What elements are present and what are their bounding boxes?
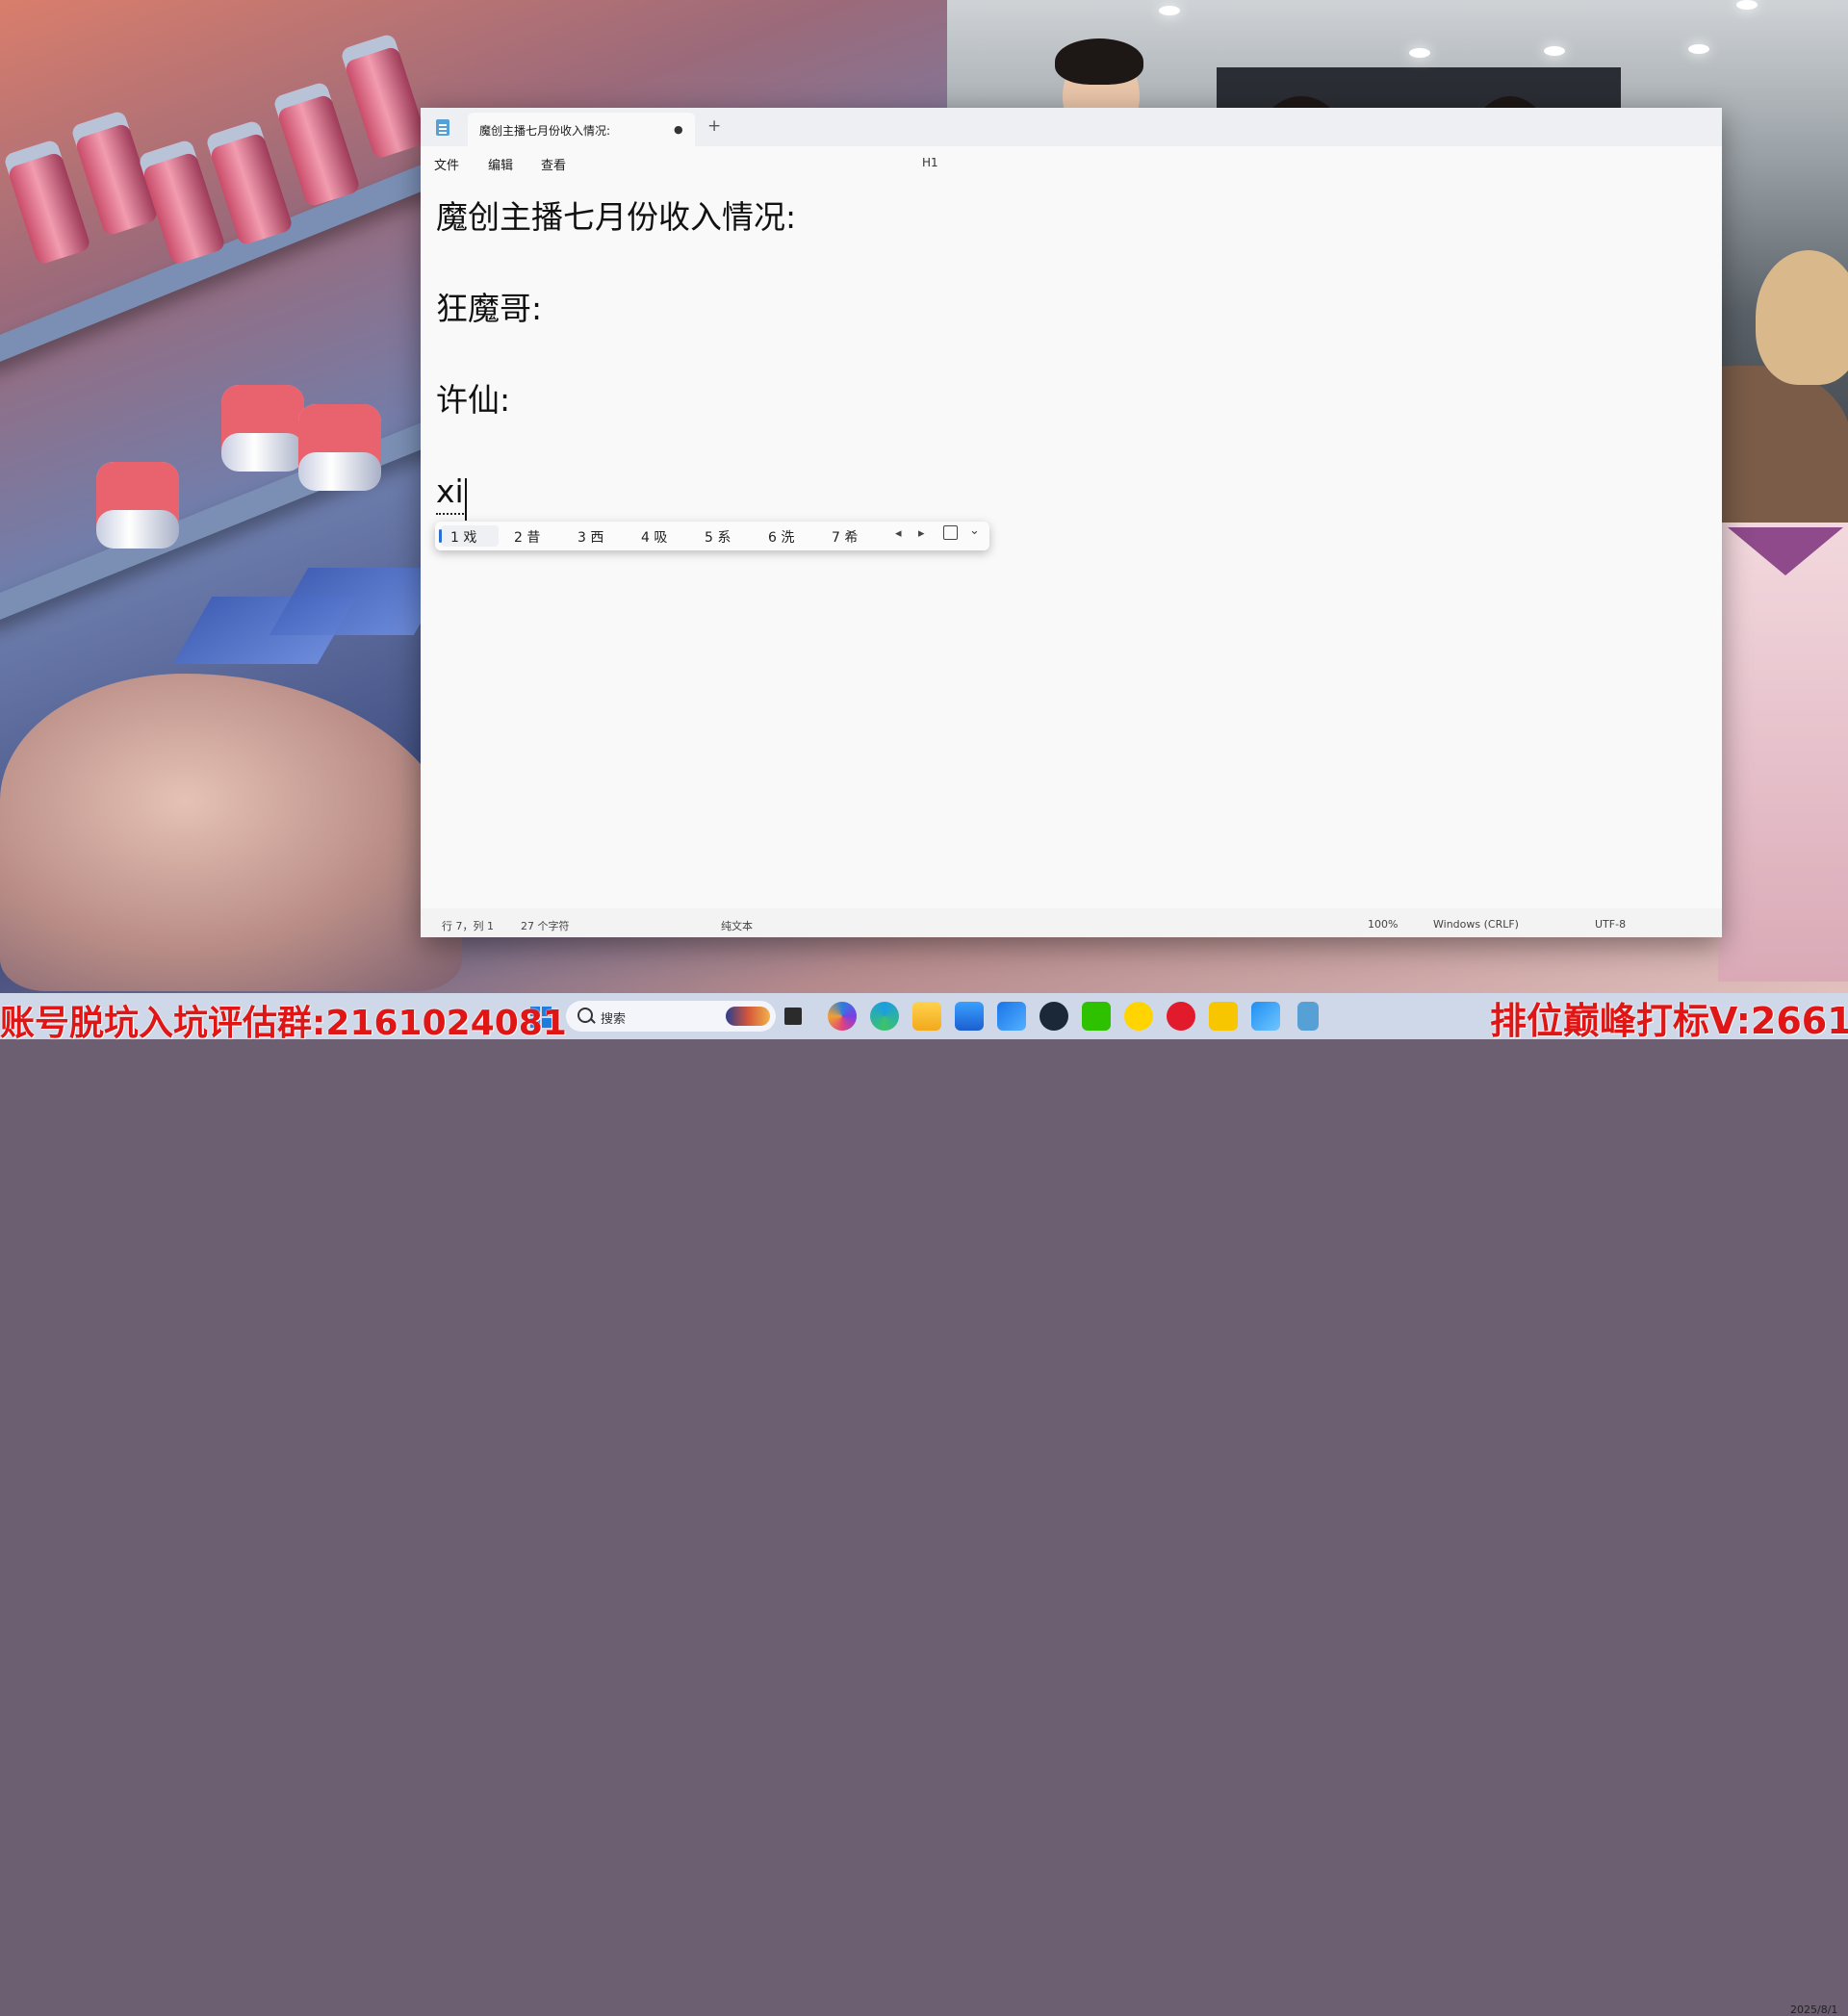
taskbar-clock-date[interactable]: 2025/8/1 [1790,2003,1837,2016]
ime-emoji-icon[interactable] [943,525,958,540]
ime-candidate-1[interactable]: 1 戏 [450,527,476,547]
text-caret [464,478,467,521]
menu-bar: 文件 编辑 查看 [421,146,1722,179]
wallpaper-jar [96,462,179,549]
task-view-icon[interactable] [784,1008,802,1025]
wallpaper-right-panel [1718,520,1848,982]
wallpaper-can [271,80,362,209]
character-count: 27 个字符 [521,920,570,932]
zoom-level[interactable]: 100% [1368,918,1398,931]
ime-candidate-3[interactable]: 3 西 [578,527,603,547]
ceiling-light [1544,46,1565,56]
ime-composition-text: xi [436,471,464,515]
outlook-icon[interactable] [997,1002,1026,1031]
ceiling-light [1736,0,1758,10]
ceiling-light [1409,48,1430,58]
menu-edit[interactable]: 编辑 [488,155,513,173]
heading-format-button[interactable]: H1 [922,156,938,169]
qq-icon[interactable] [1124,1002,1153,1031]
photos-icon[interactable] [1251,1002,1280,1031]
ime-candidate-bar: 1 戏 2 昔 3 西 4 吸 5 系 6 洗 7 希 ◂ ▸ ⌄ [435,522,989,550]
tab-document[interactable]: 魔创主播七月份收入情况: ● [468,113,695,146]
ime-candidate-6[interactable]: 6 洗 [768,527,794,547]
tab-title: 魔创主播七月份收入情况: [479,124,611,138]
menu-view[interactable]: 查看 [541,155,566,173]
ime-candidate-2[interactable]: 2 昔 [514,527,540,547]
store-icon[interactable] [955,1002,984,1031]
folder-icon[interactable] [912,1002,941,1031]
cursor-position: 行 7，列 1 [442,920,494,932]
new-tab-button[interactable]: + [707,116,721,136]
status-bar: 行 7，列 1 27 个字符 纯文本 100% Windows (CRLF) U… [421,908,1722,937]
notepad-app-icon [436,119,449,136]
taskbar-search[interactable]: 搜索 [566,1001,776,1032]
person-hair [1756,250,1848,385]
search-icon [578,1008,593,1023]
search-placeholder: 搜索 [601,1012,627,1027]
editor-line: 魔创主播七月份收入情况: [436,198,797,236]
line-ending[interactable]: Windows (CRLF) [1433,918,1519,931]
steam-icon[interactable] [1040,1002,1068,1031]
wallpaper-jar [221,385,304,472]
netease-music-icon[interactable] [1167,1002,1195,1031]
editor-line: 许仙: [436,381,511,419]
copilot-icon[interactable] [828,1002,857,1031]
ime-expand-icon[interactable]: ⌄ [969,523,980,538]
text-format[interactable]: 纯文本 [721,918,753,933]
person-hair [1055,38,1143,85]
text-editor[interactable]: 魔创主播七月份收入情况: 狂魔哥: 许仙: xi [436,189,796,554]
notepad-taskbar-icon[interactable] [1297,1002,1319,1031]
ime-candidate-5[interactable]: 5 系 [705,527,731,547]
wallpaper-can [2,138,92,267]
overlay-banner-right: 排位巅峰打标V:266177 [1490,1000,1848,1042]
search-highlight-art [726,1007,770,1026]
wallpaper-figure [0,674,462,991]
ceiling-light [1688,44,1709,54]
editor-line: 狂魔哥: [436,290,543,327]
chat-bubble-icon[interactable] [1209,1002,1238,1031]
ime-candidate-7[interactable]: 7 希 [832,527,858,547]
unsaved-dot-icon[interactable]: ● [674,123,683,136]
wechat-icon[interactable] [1082,1002,1111,1031]
edge-icon[interactable] [870,1002,899,1031]
wallpaper-can [339,32,429,161]
ime-candidate-4[interactable]: 4 吸 [641,527,667,547]
ceiling-light [1159,6,1180,15]
overlay-banner-left: 账号脱坑入坑评估群:2161024081 [0,1004,567,1043]
menu-file[interactable]: 文件 [434,155,459,173]
ime-prev-page-icon[interactable]: ◂ [895,526,902,541]
encoding[interactable]: UTF-8 [1595,918,1626,931]
tab-strip: 魔创主播七月份收入情况: ● + [421,108,1722,146]
ime-next-page-icon[interactable]: ▸ [918,526,925,541]
wallpaper-jar [298,404,381,491]
